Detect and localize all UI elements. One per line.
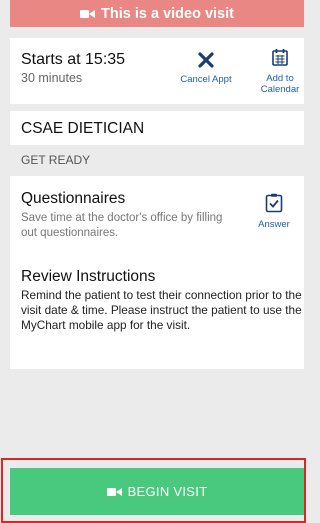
add-to-calendar-label-line2: Calendar	[260, 84, 300, 95]
get-ready-card: Questionnaires Save time at the doctor's…	[10, 176, 304, 369]
close-icon	[173, 52, 239, 71]
answer-questionnaires-button[interactable]: Answer	[254, 193, 294, 230]
questionnaires-title: Questionnaires	[21, 190, 126, 207]
cancel-appt-label: Cancel Appt	[180, 74, 232, 85]
questionnaires-description: Save time at the doctor's office by fill…	[21, 212, 223, 239]
banner-text: This is a video visit	[101, 5, 234, 22]
video-camera-icon	[106, 487, 122, 497]
calendar-icon	[256, 48, 304, 70]
begin-visit-button[interactable]: BEGIN VISIT	[10, 468, 304, 515]
get-ready-header: GET READY	[21, 153, 91, 167]
begin-visit-label: BEGIN VISIT	[127, 484, 208, 499]
add-to-calendar-button[interactable]: Add to Calendar	[256, 48, 304, 95]
appointment-card: Starts at 15:35 30 minutes Cancel Appt A…	[10, 38, 304, 104]
review-instructions-text: Remind the patient to test their connect…	[21, 288, 302, 332]
department-name: CSAE DIETICIAN	[21, 120, 145, 137]
department-card: CSAE DIETICIAN	[10, 111, 304, 145]
video-visit-banner: This is a video visit	[10, 0, 304, 27]
cancel-appt-button[interactable]: Cancel Appt	[173, 52, 239, 85]
duration: 30 minutes	[21, 71, 83, 85]
start-time: Starts at 15:35	[21, 51, 126, 68]
checkbox-clipboard-icon	[254, 193, 294, 216]
review-instructions-title: Review Instructions	[21, 268, 156, 285]
video-camera-icon	[80, 9, 96, 19]
add-to-calendar-label-line1: Add to	[266, 73, 294, 84]
answer-label: Answer	[258, 219, 290, 230]
